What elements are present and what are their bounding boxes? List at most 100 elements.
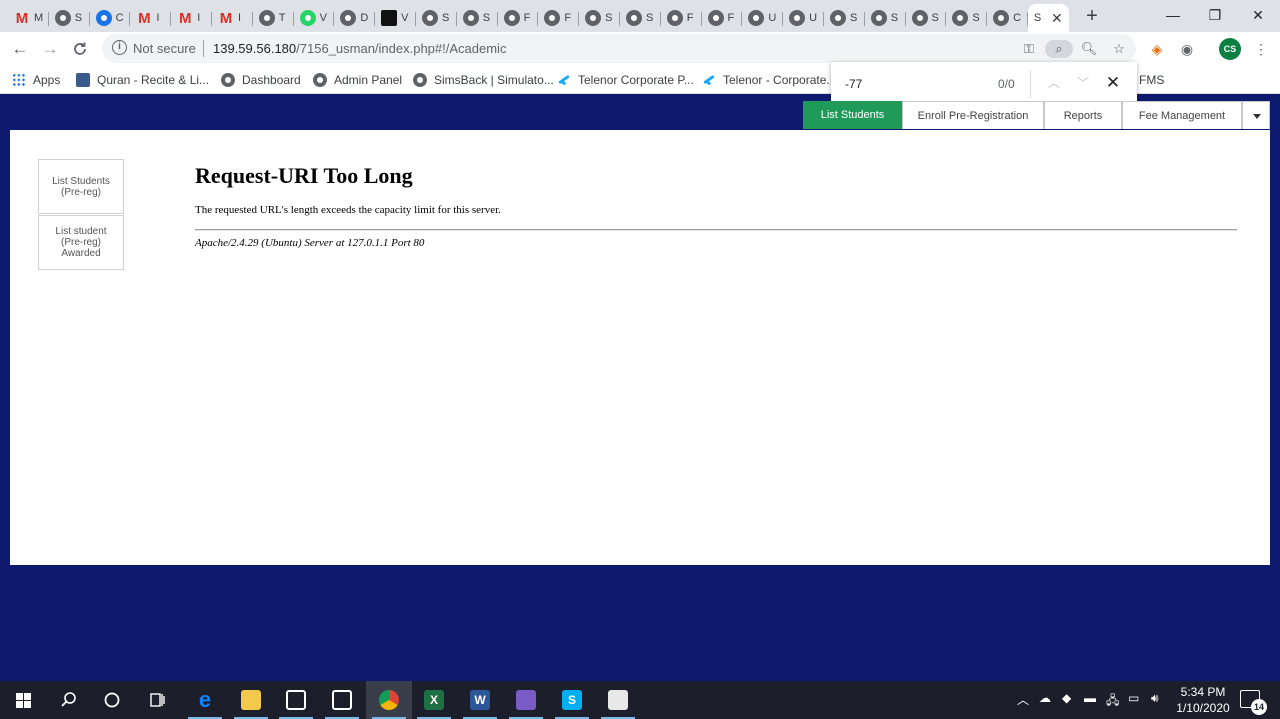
browser-tab[interactable]: S — [457, 4, 498, 32]
battery-icon[interactable]: ▭ — [1128, 691, 1139, 705]
forward-button[interactable]: → — [39, 38, 61, 60]
find-next-button[interactable]: ﹀ — [1074, 74, 1092, 92]
find-match-count: 0/0 — [998, 77, 1015, 91]
menu-icon[interactable]: ⋮ — [1252, 40, 1270, 58]
tab-close-icon[interactable]: ✕ — [1051, 10, 1063, 27]
tab-title: M — [34, 12, 44, 24]
browser-tab[interactable]: S — [49, 4, 90, 32]
new-tab-button[interactable]: + — [1082, 4, 1102, 28]
taskbar-chrome[interactable] — [366, 681, 412, 719]
tab-list-students[interactable]: List Students — [803, 101, 902, 129]
app-tray-icon[interactable]: ◆ — [1062, 691, 1071, 705]
browser-tab[interactable]: MI — [171, 4, 212, 32]
browser-tab[interactable]: S — [906, 4, 947, 32]
tab-reports[interactable]: Reports — [1044, 101, 1122, 129]
browser-tab[interactable]: S — [865, 4, 906, 32]
browser-tab[interactable]: S — [946, 4, 987, 32]
browser-tab[interactable]: MM — [8, 4, 49, 32]
browser-tab[interactable]: C — [90, 4, 131, 32]
address-bar[interactable]: i Not secure 139.59.56.180/7156_usman/in… — [102, 34, 1136, 63]
tab-dropdown-button[interactable] — [1242, 101, 1270, 129]
bookmark-item[interactable]: Telenor - Corporate... — [702, 71, 836, 89]
find-prev-button[interactable]: ︿ — [1045, 74, 1063, 92]
chrome-icon — [870, 10, 887, 26]
browser-tab[interactable]: U — [783, 4, 824, 32]
browser-tab[interactable]: T — [253, 4, 294, 32]
address-separator — [203, 40, 204, 57]
clock-time: 5:34 PM — [1180, 685, 1226, 699]
sidebar-list-student-awarded[interactable]: List student (Pre-reg) Awarded — [38, 215, 124, 270]
key-icon[interactable]: ⚿ — [1020, 40, 1038, 58]
tab-title: U — [768, 12, 777, 24]
browser-tab[interactable]: S — [416, 4, 457, 32]
browser-toolbar: ← → i Not secure 139.59.56.180/7156_usma… — [0, 32, 1280, 66]
browser-tab[interactable]: S — [620, 4, 661, 32]
window-close-button[interactable]: ✕ — [1236, 0, 1280, 32]
bookmark-item[interactable]: Apps — [12, 71, 60, 89]
sidebar-list-students-pre-reg[interactable]: List Students (Pre-reg) — [38, 159, 124, 214]
search-button[interactable] — [46, 681, 92, 719]
taskbar-mail[interactable] — [319, 681, 365, 719]
taskbar-excel[interactable]: X — [411, 681, 457, 719]
restore-button[interactable]: ❐ — [1193, 0, 1237, 32]
tab-title: I — [156, 12, 160, 24]
tray-chevron-icon[interactable]: ︿ — [1017, 691, 1029, 708]
extension-icon[interactable]: ◈ — [1148, 40, 1166, 58]
taskbar-file-explorer[interactable] — [228, 681, 274, 719]
find-input[interactable]: -77 — [845, 77, 862, 91]
browser-tab[interactable]: MI — [130, 4, 171, 32]
browser-tab[interactable]: U — [742, 4, 783, 32]
start-button[interactable] — [0, 681, 46, 719]
onedrive-icon[interactable]: ☁ — [1039, 691, 1051, 705]
taskbar-skype[interactable]: S — [549, 681, 595, 719]
tab-enroll-pre-registration[interactable]: Enroll Pre-Registration — [902, 101, 1044, 129]
bookmark-item[interactable]: Telenor Corporate P... — [557, 71, 694, 89]
bookmark-item[interactable]: SimsBack | Simulato... — [413, 71, 554, 89]
network-icon[interactable]: 🖧︎ — [1106, 691, 1119, 712]
url-text[interactable]: 139.59.56.180/7156_usman/index.php#!/Aca… — [213, 41, 506, 56]
browser-tab[interactable]: F — [498, 4, 539, 32]
reload-button[interactable] — [69, 38, 91, 60]
browser-tab[interactable]: S — [824, 4, 865, 32]
taskbar-clock[interactable]: 5:34 PM 1/10/2020 — [1170, 684, 1236, 716]
minimize-button[interactable]: — — [1151, 0, 1195, 32]
back-button[interactable]: ← — [9, 38, 31, 60]
task-view-button[interactable] — [134, 681, 180, 719]
find-in-page-icon[interactable]: ⌕ — [1045, 40, 1073, 58]
profile-avatar[interactable]: CS — [1219, 38, 1241, 60]
browser-tab[interactable]: V — [294, 4, 335, 32]
zoom-icon[interactable]: 🔍︎ — [1080, 40, 1098, 58]
camera-icon[interactable]: ◉ — [1178, 40, 1196, 58]
browser-tab[interactable]: F — [538, 4, 579, 32]
taskbar-edge[interactable]: e — [182, 681, 228, 719]
find-close-button[interactable]: ✕ — [1104, 74, 1122, 92]
chrome-icon — [666, 10, 683, 26]
usb-icon[interactable]: ▬ — [1084, 691, 1096, 705]
bookmark-label: Apps — [33, 73, 61, 87]
chrome-icon — [421, 10, 438, 26]
bookmark-star-icon[interactable]: ☆ — [1110, 40, 1128, 58]
tab-fee-management[interactable]: Fee Management — [1122, 101, 1242, 129]
browser-tab[interactable]: C — [987, 4, 1028, 32]
browser-tab[interactable]: V — [375, 4, 416, 32]
browser-tab[interactable]: F — [661, 4, 702, 32]
taskbar-paint[interactable] — [595, 681, 641, 719]
browser-tab-active[interactable]: S ✕ — [1027, 4, 1069, 32]
taskbar-store[interactable] — [273, 681, 319, 719]
taskbar-word[interactable]: W — [457, 681, 503, 719]
volume-icon[interactable]: 🔊︎ — [1151, 691, 1159, 706]
bookmark-item[interactable]: Quran - Recite & Li... — [76, 71, 209, 89]
tab-title: C — [1013, 12, 1022, 24]
info-icon[interactable]: i — [112, 40, 127, 55]
gmail-icon: M — [138, 9, 151, 27]
browser-tab[interactable]: D — [334, 4, 375, 32]
cortana-button[interactable] — [89, 681, 135, 719]
bookmark-item[interactable]: Dashboard — [221, 71, 301, 89]
search-icon — [61, 692, 76, 707]
browser-tab[interactable]: S — [579, 4, 620, 32]
tab-title: S — [74, 12, 83, 24]
browser-tab[interactable]: F — [702, 4, 743, 32]
bookmark-item[interactable]: Admin Panel — [313, 71, 402, 89]
browser-tab[interactable]: MI — [212, 4, 253, 32]
taskbar-dolphin[interactable] — [503, 681, 549, 719]
